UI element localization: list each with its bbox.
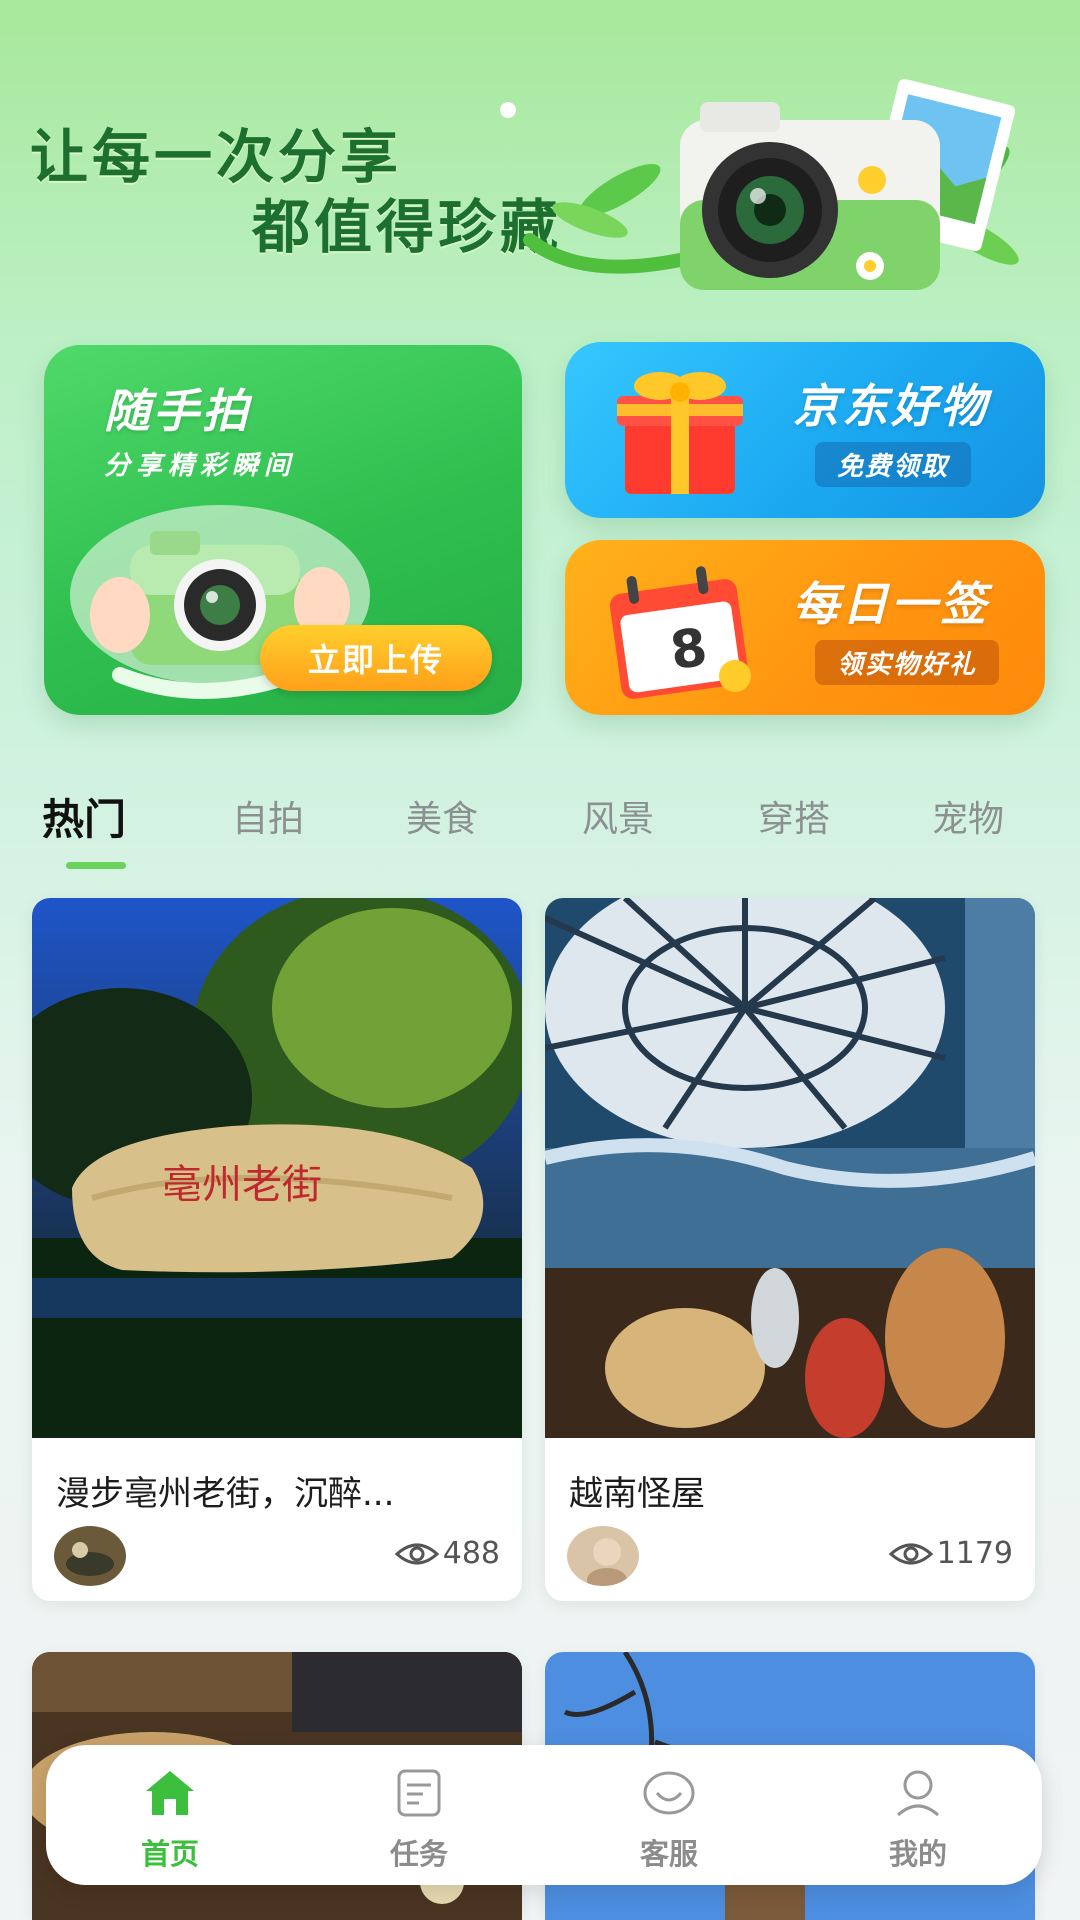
nav-profile[interactable]: 我的	[858, 1767, 978, 1873]
active-tab-indicator	[66, 862, 126, 869]
daily-gift-badge: 领实物好礼	[815, 640, 1000, 685]
post-title: 越南怪屋	[569, 1474, 705, 1514]
avatar[interactable]	[567, 1526, 639, 1586]
post-image[interactable]	[545, 898, 1035, 1438]
nav-profile-label: 我的	[888, 1837, 947, 1871]
hero-banner: 让每一次分享 都值得珍藏	[0, 0, 1080, 330]
tab-pets[interactable]: 宠物	[932, 790, 1004, 842]
jd-card-title: 京东好物	[793, 379, 989, 433]
nav-tasks[interactable]: 任务	[359, 1767, 479, 1873]
customer-service-icon	[643, 1771, 695, 1815]
nav-home[interactable]: 首页	[110, 1767, 230, 1873]
post-image[interactable]: 亳州老街	[32, 898, 522, 1438]
daily-card-title: 每日一签	[793, 577, 989, 631]
calendar-icon: 8	[609, 566, 751, 699]
tab-hot[interactable]: 热门	[42, 786, 126, 847]
bottom-navigation: 首页 任务 客服 我的	[46, 1745, 1042, 1885]
daily-sign-card[interactable]: 8 每日一签 领实物好礼	[565, 540, 1045, 715]
view-count-value: 1179	[936, 1536, 1013, 1571]
nav-tasks-label: 任务	[389, 1837, 448, 1871]
gift-box-icon	[617, 372, 743, 494]
category-tabs: 热门 自拍 美食 风景 穿搭 宠物	[0, 780, 1080, 870]
tab-scenery[interactable]: 风景	[582, 790, 654, 842]
post-title: 漫步亳州老街，沉醉...	[56, 1474, 395, 1514]
post-card[interactable]: 越南怪屋 1179	[545, 898, 1035, 1601]
view-count: 1179	[888, 1536, 1013, 1571]
eye-icon	[888, 1543, 933, 1564]
upload-now-button[interactable]: 立即上传	[260, 625, 492, 691]
post-card[interactable]: 亳州老街 漫步亳州老街，沉醉... 488	[32, 898, 522, 1601]
nav-customer-service-label: 客服	[639, 1837, 698, 1871]
task-icon	[397, 1769, 441, 1817]
eye-icon	[394, 1543, 439, 1564]
post-image-sign-text: 亳州老街	[162, 1162, 322, 1208]
tab-outfit[interactable]: 穿搭	[758, 790, 830, 842]
tab-selfie[interactable]: 自拍	[232, 790, 304, 842]
snap-card-title: 随手拍	[104, 384, 251, 438]
jd-goods-card[interactable]: 京东好物 免费领取	[565, 342, 1045, 518]
view-count-value: 488	[442, 1536, 500, 1571]
nav-home-label: 首页	[140, 1837, 199, 1871]
home-icon	[146, 1771, 194, 1815]
profile-icon	[896, 1770, 940, 1817]
camera-illustration	[500, 78, 1019, 290]
tab-food[interactable]: 美食	[406, 790, 478, 842]
snap-share-card[interactable]: 随手拍 分享精彩瞬间 立即上传	[44, 345, 522, 715]
nav-customer-service[interactable]: 客服	[609, 1767, 729, 1873]
view-count: 488	[394, 1536, 500, 1571]
jd-free-badge: 免费领取	[815, 442, 972, 487]
avatar[interactable]	[54, 1526, 126, 1586]
snap-card-subtitle: 分享精彩瞬间	[104, 451, 297, 481]
